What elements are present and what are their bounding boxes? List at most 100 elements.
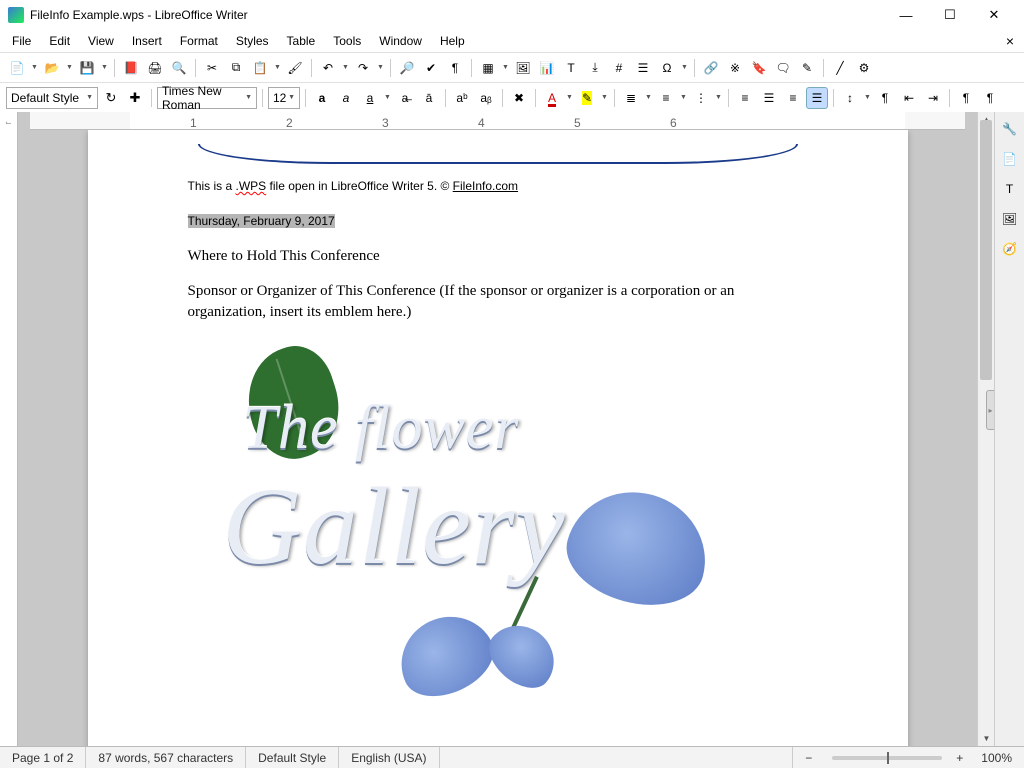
menu-file[interactable]: File: [4, 32, 39, 50]
document-scroll[interactable]: This is a .WPS file open in LibreOffice …: [18, 130, 977, 746]
zoom-level[interactable]: 100%: [969, 747, 1024, 768]
dropdown-arrow-icon[interactable]: ▼: [100, 64, 109, 71]
sidebar-handle[interactable]: ▸: [986, 390, 994, 430]
dropdown-arrow-icon[interactable]: ▼: [714, 94, 723, 101]
footnote-button[interactable]: ※: [724, 57, 746, 79]
image-button[interactable]: 🖼: [512, 57, 534, 79]
track-changes-button[interactable]: ✎: [796, 57, 818, 79]
menu-insert[interactable]: Insert: [124, 32, 170, 50]
dropdown-arrow-icon[interactable]: ▼: [644, 94, 653, 101]
close-button[interactable]: ✕: [972, 1, 1016, 29]
bold-button[interactable]: a: [311, 87, 333, 109]
pdf-button[interactable]: 📕: [120, 57, 142, 79]
vertical-ruler[interactable]: ⌙: [0, 112, 18, 746]
font-size-combo[interactable]: 12▼: [268, 87, 300, 109]
paragraph-style-combo[interactable]: Default Style▼: [6, 87, 98, 109]
underline-button[interactable]: a: [359, 87, 381, 109]
spellcheck-button[interactable]: ✔: [420, 57, 442, 79]
status-wordcount[interactable]: 87 words, 567 characters: [86, 747, 246, 768]
find-button[interactable]: 🔎: [396, 57, 418, 79]
update-style-button[interactable]: ↻: [100, 87, 122, 109]
status-page[interactable]: Page 1 of 2: [0, 747, 86, 768]
embedded-logo-image[interactable]: The flower Gallery: [188, 363, 808, 703]
sidebar-properties-button[interactable]: 🔧: [999, 118, 1021, 140]
italic-button[interactable]: a: [335, 87, 357, 109]
dropdown-arrow-icon[interactable]: ▼: [501, 64, 510, 71]
menu-window[interactable]: Window: [371, 32, 430, 50]
maximize-button[interactable]: ☐: [928, 1, 972, 29]
save-button[interactable]: 💾: [76, 57, 98, 79]
sidebar-gallery-button[interactable]: 🖼: [999, 208, 1021, 230]
indent-dec-button[interactable]: ⇤: [898, 87, 920, 109]
redo-button[interactable]: ↷: [352, 57, 374, 79]
dropdown-arrow-icon[interactable]: ▼: [30, 64, 39, 71]
highlight-button[interactable]: ✎: [576, 87, 598, 109]
menu-help[interactable]: Help: [432, 32, 473, 50]
sidebar-styles-button[interactable]: T: [999, 178, 1021, 200]
dropdown-arrow-icon[interactable]: ▼: [565, 94, 574, 101]
indent-inc-button[interactable]: ⇥: [922, 87, 944, 109]
status-language[interactable]: English (USA): [339, 747, 439, 768]
dropdown-arrow-icon[interactable]: ▼: [680, 64, 689, 71]
cut-button[interactable]: ✂: [201, 57, 223, 79]
dropdown-arrow-icon[interactable]: ▼: [863, 94, 872, 101]
field-button[interactable]: #: [608, 57, 630, 79]
dropdown-arrow-icon[interactable]: ▼: [65, 64, 74, 71]
menu-styles[interactable]: Styles: [228, 32, 277, 50]
special-char-button[interactable]: Ω: [656, 57, 678, 79]
clear-fmt-button[interactable]: ✖: [508, 87, 530, 109]
copy-button[interactable]: ⧉: [225, 57, 247, 79]
comment-button[interactable]: 🗨: [772, 57, 794, 79]
table-button[interactable]: ▦: [477, 57, 499, 79]
print-button[interactable]: 🖨: [144, 57, 166, 79]
dropdown-arrow-icon[interactable]: ▼: [679, 94, 688, 101]
print-preview-button[interactable]: 🔍: [168, 57, 190, 79]
align-center-button[interactable]: ☰: [758, 87, 780, 109]
textbox-button[interactable]: T: [560, 57, 582, 79]
minimize-button[interactable]: —: [884, 1, 928, 29]
scrollbar-thumb[interactable]: [980, 120, 992, 380]
sidebar-page-button[interactable]: 📄: [999, 148, 1021, 170]
menu-edit[interactable]: Edit: [41, 32, 78, 50]
menu-table[interactable]: Table: [279, 32, 324, 50]
align-right-button[interactable]: ≡: [782, 87, 804, 109]
line-button[interactable]: ╱: [829, 57, 851, 79]
strike-button[interactable]: a̶: [394, 87, 416, 109]
numbering-button[interactable]: ≡: [655, 87, 677, 109]
dropdown-arrow-icon[interactable]: ▼: [341, 64, 350, 71]
ltr-button[interactable]: ¶: [955, 87, 977, 109]
document-page[interactable]: This is a .WPS file open in LibreOffice …: [88, 130, 908, 746]
chart-button[interactable]: 📊: [536, 57, 558, 79]
line-spacing-button[interactable]: ↕: [839, 87, 861, 109]
new-style-button[interactable]: ✚: [124, 87, 146, 109]
open-button[interactable]: 📂: [41, 57, 63, 79]
font-name-combo[interactable]: Times New Roman▼: [157, 87, 257, 109]
menu-view[interactable]: View: [80, 32, 122, 50]
dropdown-arrow-icon[interactable]: ▼: [376, 64, 385, 71]
paste-button[interactable]: 📋: [249, 57, 271, 79]
new-doc-button[interactable]: 📄: [6, 57, 28, 79]
zoom-slider[interactable]: [832, 756, 942, 760]
justify-button[interactable]: ☰: [806, 87, 828, 109]
rtl-button[interactable]: ¶: [979, 87, 1001, 109]
formatting-marks-button[interactable]: ¶: [444, 57, 466, 79]
clone-fmt-button[interactable]: 🖌: [284, 57, 306, 79]
extension-button[interactable]: ⚙: [853, 57, 875, 79]
overline-button[interactable]: ā: [418, 87, 440, 109]
align-left-button[interactable]: ≡: [734, 87, 756, 109]
zoom-in-button[interactable]: +: [950, 747, 969, 768]
page-break-button[interactable]: ⤓: [584, 57, 606, 79]
para-spacing-button[interactable]: ¶: [874, 87, 896, 109]
dropdown-arrow-icon[interactable]: ▼: [383, 94, 392, 101]
bookmark-button[interactable]: 🔖: [748, 57, 770, 79]
outline-button[interactable]: ⋮: [690, 87, 712, 109]
superscript-button[interactable]: aᵇ: [451, 87, 473, 109]
undo-button[interactable]: ↶: [317, 57, 339, 79]
bullets-button[interactable]: ≣: [620, 87, 642, 109]
hyperlink-button[interactable]: 🔗: [700, 57, 722, 79]
status-style[interactable]: Default Style: [246, 747, 339, 768]
close-doc-icon[interactable]: ×: [1000, 33, 1020, 49]
subscript-button[interactable]: aᵦ: [475, 87, 497, 109]
menu-format[interactable]: Format: [172, 32, 226, 50]
header-footer-button[interactable]: ☰: [632, 57, 654, 79]
